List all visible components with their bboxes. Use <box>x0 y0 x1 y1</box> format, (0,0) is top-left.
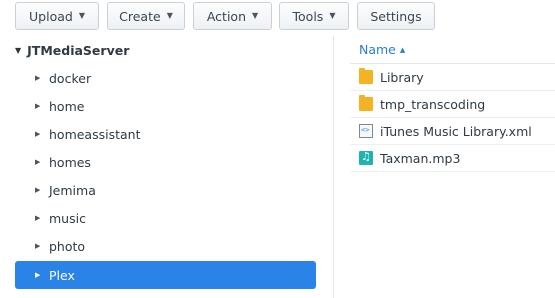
file-name: tmp_transcoding <box>380 96 486 112</box>
sort-ascending-icon: ▲ <box>399 45 406 54</box>
pane-divider[interactable] <box>333 36 334 298</box>
expand-right-icon[interactable]: ▶ <box>35 214 49 222</box>
tree-root-jtmediaserver[interactable]: ▼ JTMediaServer <box>15 39 315 61</box>
list-item[interactable]: Taxman.mp3 <box>350 145 555 172</box>
tree-item-music[interactable]: ▶ music <box>15 204 316 232</box>
tree-item-home[interactable]: ▶ home <box>15 92 316 120</box>
tree-item-label: Jemima <box>49 182 96 198</box>
list-item[interactable]: iTunes Music Library.xml <box>350 118 555 145</box>
tree-root-label: JTMediaServer <box>27 42 130 58</box>
expand-down-icon[interactable]: ▼ <box>15 46 21 55</box>
tree-item-label: photo <box>49 238 86 254</box>
action-button[interactable]: Action ▼ <box>193 2 272 30</box>
caret-down-icon: ▼ <box>329 11 336 20</box>
create-button-label: Create <box>119 8 161 24</box>
caret-down-icon: ▼ <box>78 11 85 20</box>
tree-item-label: home <box>49 98 85 114</box>
action-button-label: Action <box>206 8 246 24</box>
tree-item-plex[interactable]: ▶ Plex <box>15 261 316 289</box>
file-name: Library <box>380 69 424 85</box>
expand-right-icon[interactable]: ▶ <box>35 158 49 166</box>
tools-button[interactable]: Tools ▼ <box>279 2 349 30</box>
tree-item-docker[interactable]: ▶ docker <box>15 64 316 92</box>
expand-right-icon[interactable]: ▶ <box>35 74 49 82</box>
file-list: Name ▲ Library tmp_transcoding iTunes Mu… <box>350 36 555 298</box>
list-item[interactable]: tmp_transcoding <box>350 91 555 118</box>
caret-down-icon: ▼ <box>252 11 259 20</box>
expand-right-icon[interactable]: ▶ <box>35 242 49 250</box>
expand-right-icon[interactable]: ▶ <box>35 186 49 194</box>
tree-item-photo[interactable]: ▶ photo <box>15 232 316 260</box>
file-name: Taxman.mp3 <box>380 150 461 166</box>
tools-button-label: Tools <box>292 8 324 24</box>
tree-item-label: music <box>49 210 86 226</box>
settings-button-label: Settings <box>370 8 422 24</box>
expand-right-icon[interactable]: ▶ <box>35 102 49 110</box>
list-item[interactable]: Library <box>350 64 555 91</box>
folder-icon <box>359 95 373 111</box>
create-button[interactable]: Create ▼ <box>107 2 185 30</box>
expand-right-icon[interactable]: ▶ <box>35 130 49 138</box>
folder-tree: ▼ JTMediaServer ▶ docker ▶ home ▶ homeas… <box>0 36 333 298</box>
tree-item-label: docker <box>49 70 92 86</box>
expand-right-icon[interactable]: ▶ <box>35 271 49 279</box>
tree-item-label: homes <box>49 154 91 170</box>
upload-button[interactable]: Upload ▼ <box>15 2 99 30</box>
upload-button-label: Upload <box>29 8 73 24</box>
audio-file-icon <box>359 150 373 165</box>
tree-item-label: homeassistant <box>49 126 141 142</box>
settings-button[interactable]: Settings <box>357 2 435 30</box>
name-column-header[interactable]: Name ▲ <box>350 36 555 64</box>
toolbar: Upload ▼ Create ▼ Action ▼ Tools ▼ Setti… <box>0 0 555 36</box>
name-column-label: Name <box>359 42 396 57</box>
tree-item-label: Plex <box>49 267 75 283</box>
tree-item-homes[interactable]: ▶ homes <box>15 148 316 176</box>
tree-item-jemima[interactable]: ▶ Jemima <box>15 176 316 204</box>
file-name: iTunes Music Library.xml <box>380 123 532 139</box>
folder-icon <box>359 68 373 84</box>
tree-item-homeassistant[interactable]: ▶ homeassistant <box>15 120 316 148</box>
caret-down-icon: ▼ <box>166 11 173 20</box>
xml-file-icon <box>359 124 373 138</box>
